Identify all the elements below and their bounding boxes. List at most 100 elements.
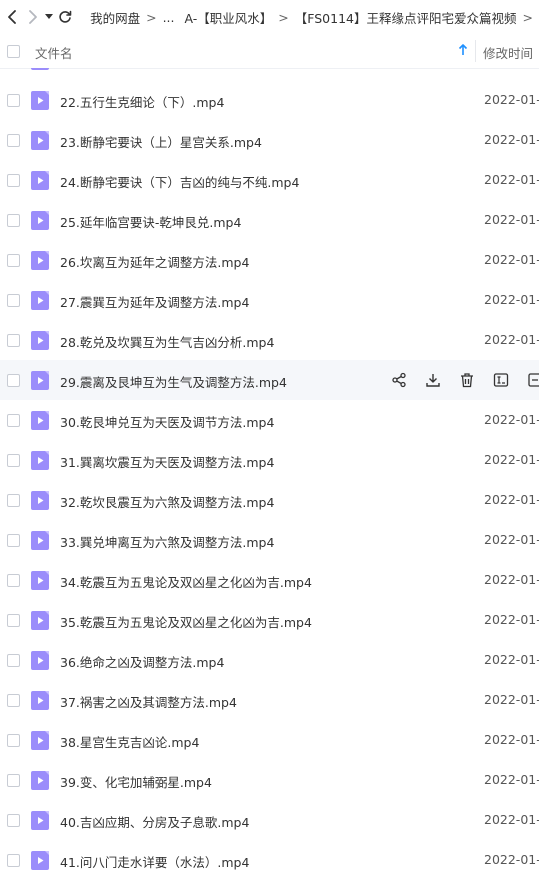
forward-button[interactable] [25, 0, 40, 34]
file-row[interactable]: 40.吉凶应期、分房及子息歌.mp4 2022-01-2 [0, 800, 539, 840]
file-modified-date: 2022-01-2 [484, 252, 539, 267]
history-dropdown-button[interactable] [44, 0, 54, 34]
file-name[interactable]: 35.乾震互为五鬼论及双凶星之化凶为吉.mp4 [60, 612, 312, 631]
file-row[interactable]: 33.巽兑坤离互为六煞及调整方法.mp4 2022-01-2 [0, 520, 539, 560]
file-name[interactable]: 41.问八门走水详要（水法）.mp4 [60, 852, 249, 871]
file-row-checkbox[interactable] [7, 774, 20, 787]
file-row-checkbox[interactable] [7, 334, 20, 347]
file-row-checkbox[interactable] [7, 374, 20, 387]
file-row[interactable]: 37.祸害之凶及其调整方法.mp4 2022-01-2 [0, 680, 539, 720]
file-row-checkbox[interactable] [7, 494, 20, 507]
video-file-icon [31, 571, 49, 590]
file-name[interactable]: 32.乾坎艮震互为六煞及调整方法.mp4 [60, 492, 274, 511]
file-row-checkbox[interactable] [7, 854, 20, 867]
video-file-icon [31, 651, 49, 670]
file-row[interactable]: 29.震离及艮坤互为生气及调整方法.mp4 [0, 360, 539, 400]
video-file-icon [31, 131, 49, 150]
video-file-icon [31, 771, 49, 790]
file-row[interactable]: 41.问八门走水详要（水法）.mp4 2022-01-2 [0, 840, 539, 879]
breadcrumb-ellipsis[interactable]: ... [163, 10, 175, 25]
more-icon[interactable] [525, 370, 539, 390]
file-modified-date: 2022-01-2 [484, 412, 539, 427]
rename-icon[interactable] [491, 370, 511, 390]
delete-icon[interactable] [457, 370, 477, 390]
file-row[interactable]: 28.乾兑及坎巽互为生气吉凶分析.mp4 2022-01-2 [0, 320, 539, 360]
file-name[interactable]: 37.祸害之凶及其调整方法.mp4 [60, 692, 237, 711]
video-file-icon [31, 451, 49, 470]
column-header-modified-time[interactable]: 修改时间 [483, 43, 533, 62]
file-row-checkbox[interactable] [7, 614, 20, 627]
column-divider[interactable] [475, 40, 476, 62]
file-row-checkbox[interactable] [7, 254, 20, 267]
file-row-checkbox[interactable] [7, 694, 20, 707]
file-name[interactable]: 31.巽离坎震互为天医及调整方法.mp4 [60, 452, 274, 471]
sort-up-arrow-icon[interactable] [458, 43, 468, 60]
file-row-checkbox[interactable] [7, 294, 20, 307]
file-row[interactable]: 26.坎离互为延年之调整方法.mp4 2022-01-2 [0, 240, 539, 280]
file-row-checkbox[interactable] [7, 134, 20, 147]
file-modified-date: 2022-01-2 [484, 92, 539, 107]
file-modified-date: 2022-01-2 [484, 612, 539, 627]
file-row[interactable]: 27.震巽互为延年及调整方法.mp4 2022-01-2 [0, 280, 539, 320]
file-name[interactable]: 22.五行生克细论（下）.mp4 [60, 92, 224, 111]
file-name[interactable]: 28.乾兑及坎巽互为生气吉凶分析.mp4 [60, 332, 274, 351]
column-header-filename[interactable]: 文件名 [35, 43, 73, 62]
file-row[interactable]: 24.断静宅要诀（下）吉凶的纯与不纯.mp4 2022-01-2 [0, 160, 539, 200]
video-file-icon [31, 91, 49, 110]
file-row[interactable]: 38.星宫生克吉凶论.mp4 2022-01-2 [0, 720, 539, 760]
file-modified-date: 2022-01-2 [484, 332, 539, 347]
download-icon[interactable] [423, 370, 443, 390]
file-modified-date: 2022-01-2 [484, 492, 539, 507]
file-row[interactable]: 30.乾艮坤兑互为天医及调节方法.mp4 2022-01-2 [0, 400, 539, 440]
file-row-checkbox[interactable] [7, 414, 20, 427]
file-row[interactable]: 36.绝命之凶及调整方法.mp4 2022-01-2 [0, 640, 539, 680]
file-name[interactable]: 27.震巽互为延年及调整方法.mp4 [60, 292, 249, 311]
file-name[interactable]: 25.延年临宫要诀-乾坤艮兑.mp4 [60, 212, 241, 231]
file-row[interactable]: 32.乾坎艮震互为六煞及调整方法.mp4 2022-01-2 [0, 480, 539, 520]
file-list[interactable]: 22.五行生克细论（下）.mp4 2022-01-2 23.断静宅要诀（上）星宫… [0, 68, 539, 879]
file-row[interactable]: 39.变、化宅加辅弼星.mp4 2022-01-2 [0, 760, 539, 800]
file-name[interactable]: 29.震离及艮坤互为生气及调整方法.mp4 [60, 372, 287, 391]
breadcrumb-separator: > [278, 9, 289, 25]
file-modified-date: 2022-01-2 [484, 652, 539, 667]
file-row-checkbox[interactable] [7, 454, 20, 467]
select-all-checkbox[interactable] [7, 45, 20, 58]
file-row[interactable]: 23.断静宅要诀（上）星宫关系.mp4 2022-01-2 [0, 120, 539, 160]
share-icon[interactable] [389, 370, 409, 390]
file-modified-date: 2022-01-2 [484, 692, 539, 707]
file-row-checkbox[interactable] [7, 814, 20, 827]
file-row-checkbox[interactable] [7, 574, 20, 587]
file-modified-date: 2022-01-2 [484, 452, 539, 467]
file-row-checkbox[interactable] [7, 654, 20, 667]
file-row[interactable]: 22.五行生克细论（下）.mp4 2022-01-2 [0, 80, 539, 120]
file-name[interactable]: 33.巽兑坤离互为六煞及调整方法.mp4 [60, 532, 274, 551]
file-name[interactable]: 34.乾震互为五鬼论及双凶星之化凶为吉.mp4 [60, 572, 312, 591]
file-modified-date: 2022-01-2 [484, 532, 539, 547]
file-row[interactable]: 31.巽离坎震互为天医及调整方法.mp4 2022-01-2 [0, 440, 539, 480]
file-modified-date: 2022-01-2 [484, 132, 539, 147]
refresh-button[interactable] [58, 0, 72, 34]
file-row[interactable]: 25.延年临宫要诀-乾坤艮兑.mp4 2022-01-2 [0, 200, 539, 240]
file-name[interactable]: 24.断静宅要诀（下）吉凶的纯与不纯.mp4 [60, 172, 299, 191]
file-row-checkbox[interactable] [7, 174, 20, 187]
breadcrumb-root[interactable]: 我的网盘 [90, 8, 140, 27]
file-name[interactable]: 26.坎离互为延年之调整方法.mp4 [60, 252, 249, 271]
file-row-checkbox[interactable] [7, 94, 20, 107]
file-row-checkbox[interactable] [7, 214, 20, 227]
breadcrumb-item-category[interactable]: A-【职业风水】 [185, 8, 273, 27]
file-name[interactable]: 23.断静宅要诀（上）星宫关系.mp4 [60, 132, 262, 151]
file-row-checkbox[interactable] [7, 734, 20, 747]
file-name[interactable]: 36.绝命之凶及调整方法.mp4 [60, 652, 224, 671]
breadcrumb-item-current[interactable]: 【FS0114】王释缘点评阳宅爱众篇视频 [295, 8, 517, 27]
file-row-checkbox[interactable] [7, 534, 20, 547]
file-modified-date: 2022-01-2 [484, 772, 539, 787]
file-name[interactable]: 40.吉凶应期、分房及子息歌.mp4 [60, 812, 249, 831]
file-row[interactable]: 34.乾震互为五鬼论及双凶星之化凶为吉.mp4 2022-01-2 [0, 560, 539, 600]
file-name[interactable]: 38.星宫生克吉凶论.mp4 [60, 732, 199, 751]
file-modified-date: 2022-01-2 [484, 732, 539, 747]
back-button[interactable] [4, 0, 19, 34]
file-name[interactable]: 30.乾艮坤兑互为天医及调节方法.mp4 [60, 412, 274, 431]
file-row[interactable]: 35.乾震互为五鬼论及双凶星之化凶为吉.mp4 2022-01-2 [0, 600, 539, 640]
chevron-left-icon [7, 10, 16, 24]
file-name[interactable]: 39.变、化宅加辅弼星.mp4 [60, 772, 212, 791]
